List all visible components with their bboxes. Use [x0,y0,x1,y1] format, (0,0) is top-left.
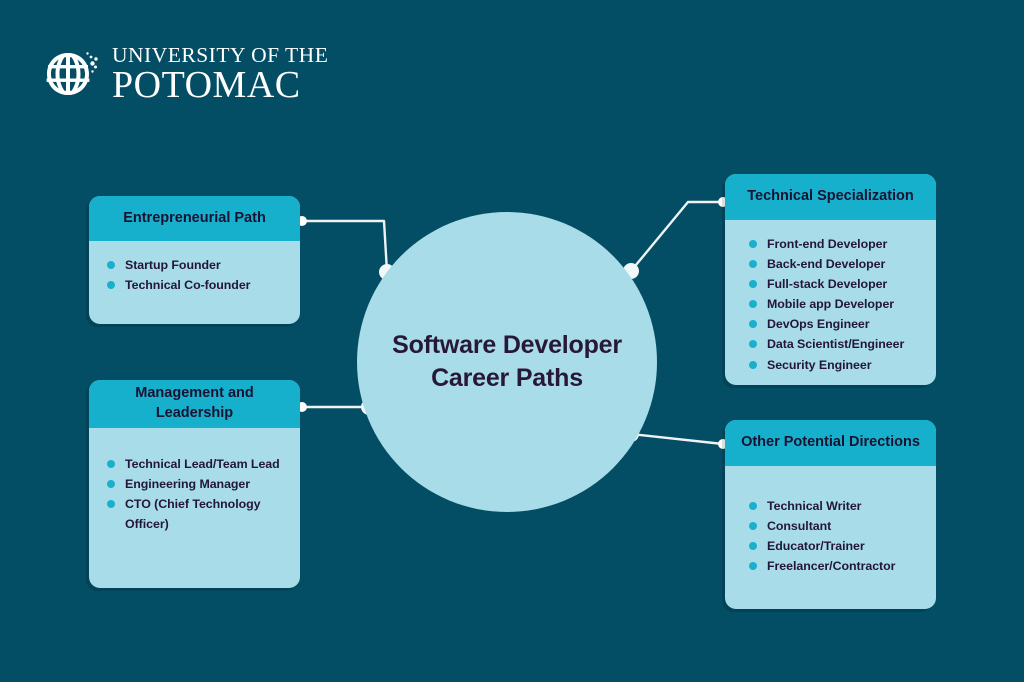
list-item: Security Engineer [747,355,920,375]
infographic-canvas: UNIVERSITY OF THE POTOMAC Software Devel… [0,0,1024,682]
university-logo: UNIVERSITY OF THE POTOMAC [44,44,328,106]
list-item: Educator/Trainer [747,536,920,556]
list-item: Technical Lead/Team Lead [105,454,284,474]
card-other-potential-directions: Other Potential Directions Technical Wri… [725,420,936,609]
list-item: Freelancer/Contractor [747,556,920,576]
list-item: Back-end Developer [747,254,920,274]
card-body-management: Technical Lead/Team Lead Engineering Man… [89,428,300,546]
list-item: Mobile app Developer [747,294,920,314]
list-item: Engineering Manager [105,474,284,494]
connector-technical [629,200,725,273]
bullet-list-management: Technical Lead/Team Lead Engineering Man… [105,454,284,534]
logo-line-2: POTOMAC [112,64,301,107]
center-hub: Software Developer Career Paths [357,212,657,512]
list-item: Full-stack Developer [747,274,920,294]
card-header-other: Other Potential Directions [725,420,936,466]
list-item: CTO (Chief Technology Officer) [105,494,284,534]
card-body-entrepreneurial: Startup Founder Technical Co-founder [89,241,300,307]
list-item: DevOps Engineer [747,314,920,334]
bullet-list-entrepreneurial: Startup Founder Technical Co-founder [105,255,284,295]
globe-icon [46,52,98,95]
list-item: Consultant [747,516,920,536]
center-hub-title: Software Developer Career Paths [392,331,622,392]
card-management-and-leadership: Management and Leadership Technical Lead… [89,380,300,588]
list-item: Data Scientist/Engineer [747,334,920,354]
logo-wordmark: UNIVERSITY OF THE POTOMAC [112,42,329,107]
card-entrepreneurial-path: Entrepreneurial Path Startup Founder Tec… [89,196,300,324]
card-body-other: Technical Writer Consultant Educator/Tra… [725,466,936,588]
bullet-list-other: Technical Writer Consultant Educator/Tra… [747,496,920,576]
list-item: Technical Writer [747,496,920,516]
bullet-list-technical: Front-end Developer Back-end Developer F… [747,234,920,375]
card-technical-specialization: Technical Specialization Front-end Devel… [725,174,936,385]
card-header-entrepreneurial: Entrepreneurial Path [89,196,300,241]
card-body-technical: Front-end Developer Back-end Developer F… [725,220,936,385]
connector-other [629,432,725,446]
card-header-technical: Technical Specialization [725,174,936,220]
list-item: Startup Founder [105,255,284,275]
list-item: Technical Co-founder [105,275,284,295]
card-header-management: Management and Leadership [89,380,300,428]
list-item: Front-end Developer [747,234,920,254]
connector-entrepreneurial [300,219,389,274]
logo-line-1: UNIVERSITY OF THE [112,42,329,67]
